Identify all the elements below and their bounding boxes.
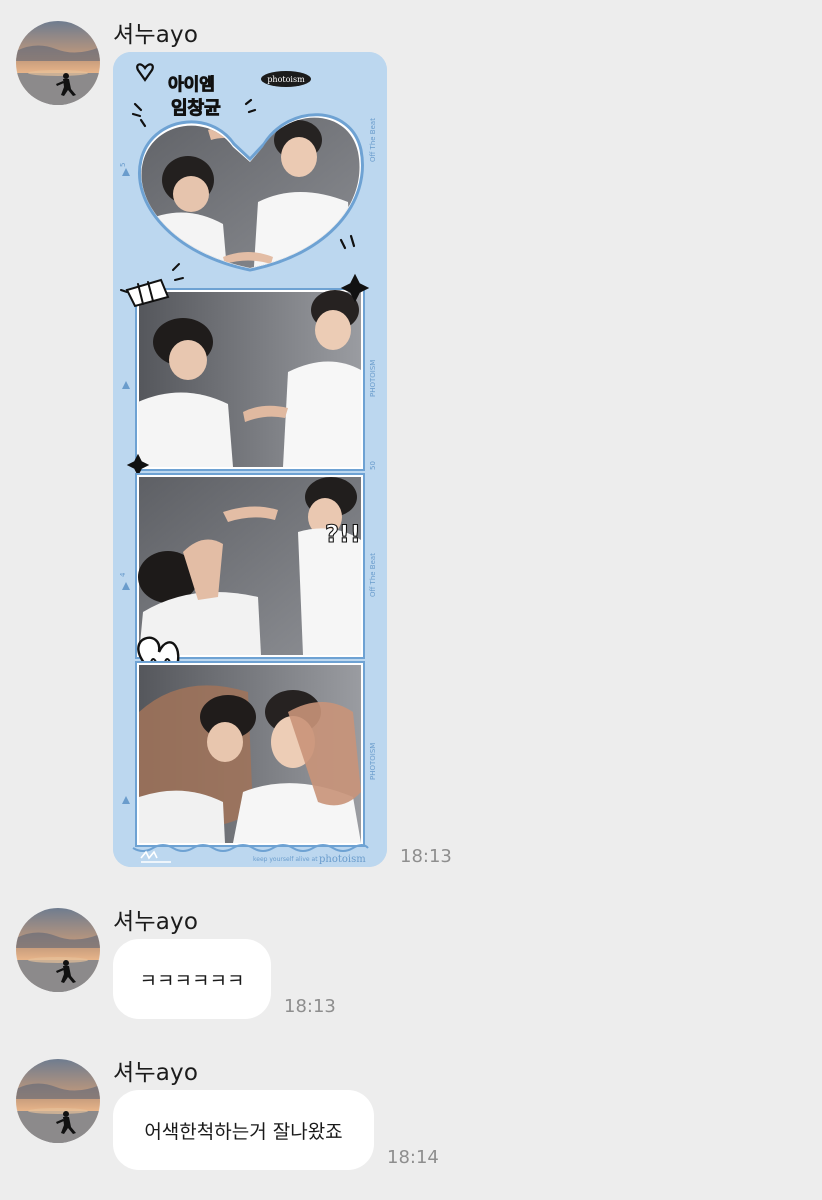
message-bubble[interactable]: ㅋㅋㅋㅋㅋㅋ xyxy=(113,939,271,1019)
message-1: 셔누ayo 아이엠 임창균 photoism Off The Beat PHOT… xyxy=(0,0,822,890)
svg-text:photoism: photoism xyxy=(319,854,366,865)
svg-text:Off The Beat: Off The Beat xyxy=(369,553,377,597)
sender-avatar[interactable] xyxy=(16,908,100,992)
avatar-sunset-image xyxy=(16,1059,100,1143)
svg-text:5: 5 xyxy=(119,163,127,167)
message-time: 18:13 xyxy=(400,846,452,867)
svg-text:photoism: photoism xyxy=(267,75,305,84)
svg-text:50: 50 xyxy=(369,461,377,470)
sender-avatar[interactable] xyxy=(16,1059,100,1143)
svg-text:임창균: 임창균 xyxy=(171,98,221,119)
svg-text:?!!: ?!! xyxy=(325,520,361,548)
sender-name: 셔누ayo xyxy=(113,909,199,935)
message-bubble[interactable]: 어색한척하는거 잘나왔죠 xyxy=(113,1090,374,1170)
message-time: 18:13 xyxy=(284,996,336,1017)
message-3: 셔누ayo 어색한척하는거 잘나왔죠 18:14 xyxy=(0,1043,822,1183)
sender-name: 셔누ayo xyxy=(113,22,199,48)
avatar-sunset-image xyxy=(16,21,100,105)
svg-text:PHOTOISM: PHOTOISM xyxy=(369,360,377,397)
svg-text:Off The Beat: Off The Beat xyxy=(369,118,377,162)
sender-name: 셔누ayo xyxy=(113,1060,199,1086)
photo-strip-image: 아이엠 임창균 photoism Off The Beat PHOTOISM O… xyxy=(113,52,387,867)
sender-avatar[interactable] xyxy=(16,21,100,105)
avatar-sunset-image xyxy=(16,908,100,992)
svg-text:PHOTOISM: PHOTOISM xyxy=(369,743,377,780)
message-2: 셔누ayo ㅋㅋㅋㅋㅋㅋ 18:13 xyxy=(0,892,822,1032)
svg-text:keep yourself alive at: keep yourself alive at xyxy=(253,856,318,863)
message-time: 18:14 xyxy=(387,1147,439,1168)
photo-attachment[interactable]: 아이엠 임창균 photoism Off The Beat PHOTOISM O… xyxy=(113,52,387,867)
svg-text:4: 4 xyxy=(119,572,127,577)
svg-text:아이엠: 아이엠 xyxy=(168,75,215,95)
